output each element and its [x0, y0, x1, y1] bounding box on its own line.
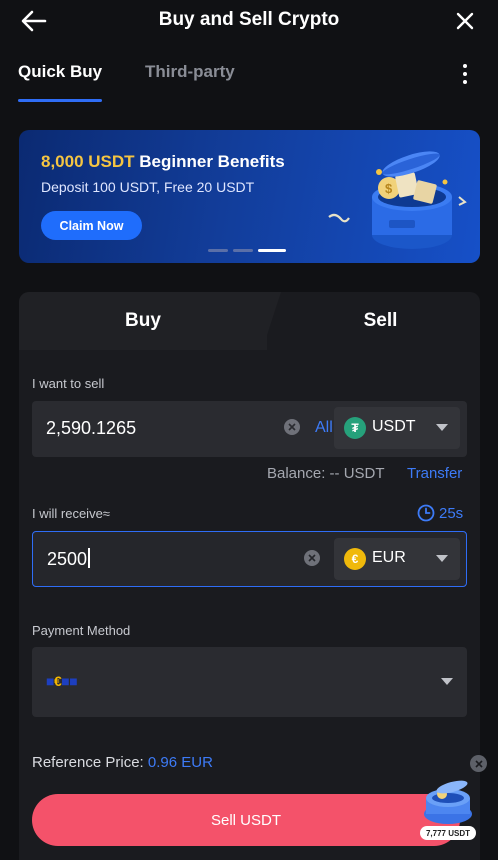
all-button[interactable]: All — [315, 419, 333, 437]
header-bar: Buy and Sell Crypto — [0, 0, 498, 46]
usdt-icon: ₮ — [344, 417, 366, 439]
active-tab-indicator — [18, 99, 102, 102]
text-caret — [88, 548, 90, 568]
clear-icon[interactable] — [304, 550, 320, 566]
tab-third-party[interactable]: Third-party — [145, 62, 235, 82]
sell-amount-input[interactable]: 2,590.1265 — [46, 418, 136, 439]
carousel-dot[interactable] — [233, 249, 253, 252]
receive-amount-input[interactable]: 2500 — [47, 548, 90, 570]
trade-card: Buy Sell I want to sell 2,590.1265 All ₮… — [19, 292, 487, 860]
receive-amount-label: I will receive≈ — [32, 506, 110, 521]
sell-currency-label: USDT — [372, 418, 416, 435]
countdown-text: 25s — [439, 504, 464, 522]
page-title: Buy and Sell Crypto — [158, 9, 340, 30]
chevron-down-icon — [441, 678, 453, 685]
close-button[interactable] — [450, 6, 480, 36]
carousel-indicator — [208, 249, 286, 252]
more-menu-button[interactable] — [455, 60, 475, 88]
segment-sell[interactable]: Sell — [281, 292, 480, 350]
banner-title: 8,000 USDT Beginner Benefits — [41, 152, 285, 171]
top-tabs: Quick Buy Third-party — [0, 52, 498, 102]
clock-icon — [417, 504, 435, 522]
promo-banner[interactable]: 8,000 USDT Beginner Benefits Deposit 100… — [19, 130, 480, 263]
dismiss-widget-button[interactable] — [470, 755, 487, 772]
segment-buy[interactable]: Buy — [19, 292, 267, 350]
balance-text: Balance: -- USDT — [267, 465, 385, 482]
reference-price: Reference Price: 0.96 EUR — [32, 754, 213, 771]
svg-text:$: $ — [385, 181, 393, 196]
reward-chest-icon — [424, 780, 472, 824]
payment-method-logo: ■€■■ — [46, 673, 78, 689]
quote-countdown: 25s — [417, 504, 463, 522]
clear-icon[interactable] — [284, 419, 300, 435]
carousel-dot[interactable] — [208, 249, 228, 252]
payment-method-select[interactable]: ■€■■ — [32, 647, 467, 717]
more-icon — [463, 64, 467, 68]
chevron-down-icon — [436, 424, 448, 431]
receive-currency-label: EUR — [372, 549, 406, 566]
euro-coin-icon: € — [344, 548, 366, 570]
sell-usdt-button[interactable]: Sell USDT — [32, 794, 460, 846]
sell-amount-label: I want to sell — [32, 376, 105, 391]
close-icon — [474, 759, 483, 768]
chevron-down-icon — [436, 555, 448, 562]
banner-subtitle: Deposit 100 USDT, Free 20 USDT — [41, 179, 255, 195]
transfer-link[interactable]: Transfer — [407, 465, 462, 482]
carousel-dot-active[interactable] — [258, 249, 286, 252]
close-icon — [456, 12, 474, 30]
sell-amount-field[interactable]: 2,590.1265 All ₮ USDT — [32, 401, 467, 457]
receive-currency-select[interactable]: € EUR — [334, 538, 460, 580]
claim-now-button[interactable]: Claim Now — [41, 211, 142, 240]
sell-currency-select[interactable]: ₮ USDT — [334, 407, 460, 449]
tab-quick-buy[interactable]: Quick Buy — [18, 62, 102, 82]
receive-amount-field[interactable]: 2500 € EUR — [32, 531, 467, 587]
reward-widget[interactable]: 7,777 USDT — [418, 778, 478, 842]
reward-badge: 7,777 USDT — [420, 826, 476, 840]
payment-method-label: Payment Method — [32, 623, 131, 638]
gift-box-illustration: $ — [328, 151, 467, 249]
